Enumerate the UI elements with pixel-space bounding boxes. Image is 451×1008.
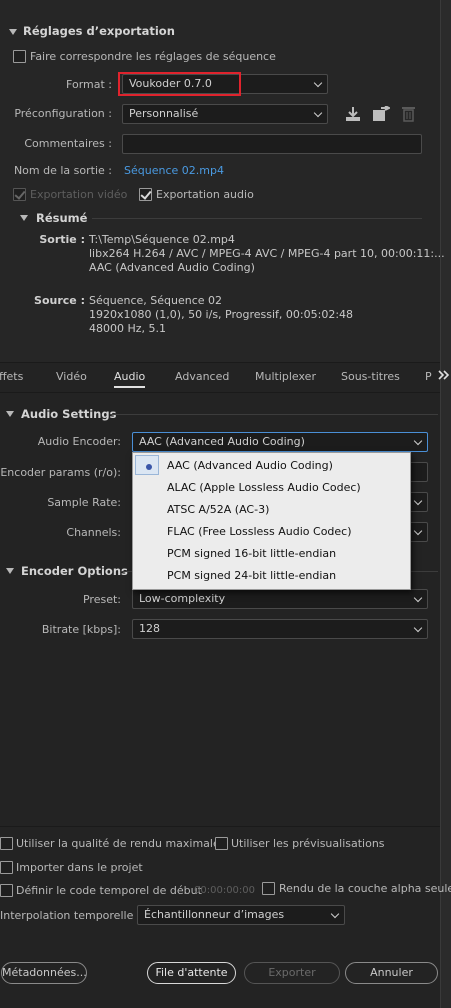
preset-dropdown[interactable]: Personnalisé xyxy=(122,104,328,124)
encoder-preset-label: Preset: xyxy=(82,593,121,606)
encoder-preset-value: Low-complexity xyxy=(139,592,226,605)
tab-advanced[interactable]: Advanced xyxy=(175,370,229,383)
format-highlight-box xyxy=(118,72,241,96)
summary-header: Résumé xyxy=(36,211,88,225)
chevron-down-icon xyxy=(413,593,423,603)
audio-encoder-popup: AAC (Advanced Audio Coding) ALAC (Apple … xyxy=(132,452,411,590)
max-render-quality-checkbox[interactable] xyxy=(0,837,13,850)
selected-option-marker xyxy=(135,455,159,475)
delete-preset-icon[interactable] xyxy=(402,105,415,122)
right-frame-edge xyxy=(440,0,451,1008)
max-render-quality-label: Utiliser la qualité de rendu maximale xyxy=(16,837,220,850)
summary-source-line: 1920x1080 (1,0), 50 i/s, Progressif, 00:… xyxy=(89,308,354,321)
metadata-button[interactable]: Métadonnées... xyxy=(1,962,87,984)
export-settings-header: Réglages d’exportation xyxy=(23,24,175,38)
summary-source-label: Source : xyxy=(34,294,85,307)
summary-output-line: T:\Temp\Séquence 02.mp4 xyxy=(89,233,235,246)
audio-settings-header: Audio Settings xyxy=(21,407,117,421)
match-sequence-checkbox[interactable] xyxy=(13,50,26,63)
tab-multiplexer[interactable]: Multiplexer xyxy=(255,370,316,383)
import-preset-icon[interactable] xyxy=(372,106,390,122)
time-interpolation-label: Interpolation temporelle : xyxy=(0,909,141,922)
tabs-top-divider xyxy=(0,362,440,363)
bitrate-label: Bitrate [kbps]: xyxy=(41,623,121,636)
audio-encoder-value: AAC (Advanced Audio Coding) xyxy=(139,435,305,448)
time-interpolation-value: Échantillonneur d’images xyxy=(144,908,285,921)
encoder-option-flac[interactable]: FLAC (Free Lossless Audio Codec) xyxy=(167,525,352,538)
timecode-field[interactable]: 00:00:00:00 xyxy=(194,885,255,896)
tab-subtitles[interactable]: Sous-titres xyxy=(341,370,400,383)
match-sequence-label: Faire correspondre les réglages de séque… xyxy=(30,50,276,63)
output-name-label: Nom de la sortie : xyxy=(13,164,112,177)
set-start-timecode-label: Définir le code temporel de début xyxy=(16,884,202,897)
tab-audio[interactable]: Audio xyxy=(114,370,146,388)
audio-settings-divider xyxy=(110,414,438,415)
use-previews-checkbox[interactable] xyxy=(215,837,228,850)
collapse-triangle-icon[interactable] xyxy=(9,29,17,35)
export-audio-label: Exportation audio xyxy=(156,188,254,201)
summary-output-line: libx264 H.264 / AVC / MPEG-4 AVC / MPEG-… xyxy=(89,247,445,260)
chevron-down-icon xyxy=(413,526,423,536)
radio-dot-icon xyxy=(146,464,152,470)
collapse-triangle-icon[interactable] xyxy=(6,568,14,574)
tab-publish[interactable]: P xyxy=(425,370,432,383)
export-audio-checkbox[interactable] xyxy=(139,188,152,201)
encoder-params-label: Encoder params (r/o): xyxy=(0,466,121,479)
tabs-bottom-divider xyxy=(0,392,440,393)
summary-source-line: Séquence, Séquence 02 xyxy=(89,294,223,307)
chevron-down-icon xyxy=(413,496,423,506)
use-previews-label: Utiliser les prévisualisations xyxy=(231,837,385,850)
output-name-link[interactable]: Séquence 02.mp4 xyxy=(124,164,224,177)
summary-source-line: 48000 Hz, 5.1 xyxy=(89,322,167,335)
encoder-option-alac[interactable]: ALAC (Apple Lossless Audio Codec) xyxy=(167,481,361,494)
tab-effects[interactable]: Effets xyxy=(0,370,23,383)
cancel-button[interactable]: Annuler xyxy=(345,962,438,984)
chevron-down-icon xyxy=(313,78,323,88)
export-video-checkbox[interactable] xyxy=(13,188,26,201)
comments-field[interactable] xyxy=(122,134,422,154)
chevron-down-icon xyxy=(313,108,323,118)
bitrate-dropdown[interactable]: 128 xyxy=(132,619,428,639)
import-into-project-checkbox[interactable] xyxy=(0,861,13,874)
import-into-project-label: Importer dans le projet xyxy=(16,861,143,874)
queue-button[interactable]: File d'attente xyxy=(147,962,236,984)
preset-value: Personnalisé xyxy=(129,107,199,120)
encoder-options-header: Encoder Options xyxy=(21,564,128,578)
save-preset-icon[interactable] xyxy=(345,106,361,122)
preset-label: Préconfiguration : xyxy=(14,107,112,120)
bitrate-value: 128 xyxy=(139,622,160,635)
chevron-down-icon xyxy=(413,436,423,446)
summary-divider xyxy=(92,218,422,219)
chevron-down-icon xyxy=(330,909,340,919)
export-button[interactable]: Exporter xyxy=(244,962,340,984)
time-interpolation-dropdown[interactable]: Échantillonneur d’images xyxy=(137,905,345,925)
tab-video[interactable]: Vidéo xyxy=(56,370,87,383)
sample-rate-label: Sample Rate: xyxy=(47,496,121,509)
format-label: Format : xyxy=(66,78,112,91)
audio-encoder-dropdown[interactable]: AAC (Advanced Audio Coding) xyxy=(132,432,428,452)
summary-output-line: AAC (Advanced Audio Coding) xyxy=(89,261,255,274)
comments-label: Commentaires : xyxy=(24,137,112,150)
encoder-option-aac[interactable]: AAC (Advanced Audio Coding) xyxy=(167,459,333,472)
summary-output-label: Sortie : xyxy=(39,233,85,246)
channels-label: Channels: xyxy=(66,526,121,539)
encoder-preset-dropdown[interactable]: Low-complexity xyxy=(132,589,428,609)
chevron-down-icon xyxy=(413,623,423,633)
encoder-option-ac3[interactable]: ATSC A/52A (AC-3) xyxy=(167,503,269,516)
set-start-timecode-checkbox[interactable] xyxy=(0,884,13,897)
render-alpha-only-label: Rendu de la couche alpha seule xyxy=(279,882,451,895)
collapse-triangle-icon[interactable] xyxy=(20,215,28,221)
render-alpha-only-checkbox[interactable] xyxy=(262,882,275,895)
double-chevron-right-icon[interactable] xyxy=(438,370,450,380)
export-video-label: Exportation vidéo xyxy=(30,188,128,201)
bottom-divider xyxy=(0,826,440,827)
collapse-triangle-icon[interactable] xyxy=(6,411,14,417)
encoder-option-pcm24[interactable]: PCM signed 24-bit little-endian xyxy=(167,569,336,582)
encoder-option-pcm16[interactable]: PCM signed 16-bit little-endian xyxy=(167,547,336,560)
audio-encoder-label: Audio Encoder: xyxy=(37,435,121,448)
